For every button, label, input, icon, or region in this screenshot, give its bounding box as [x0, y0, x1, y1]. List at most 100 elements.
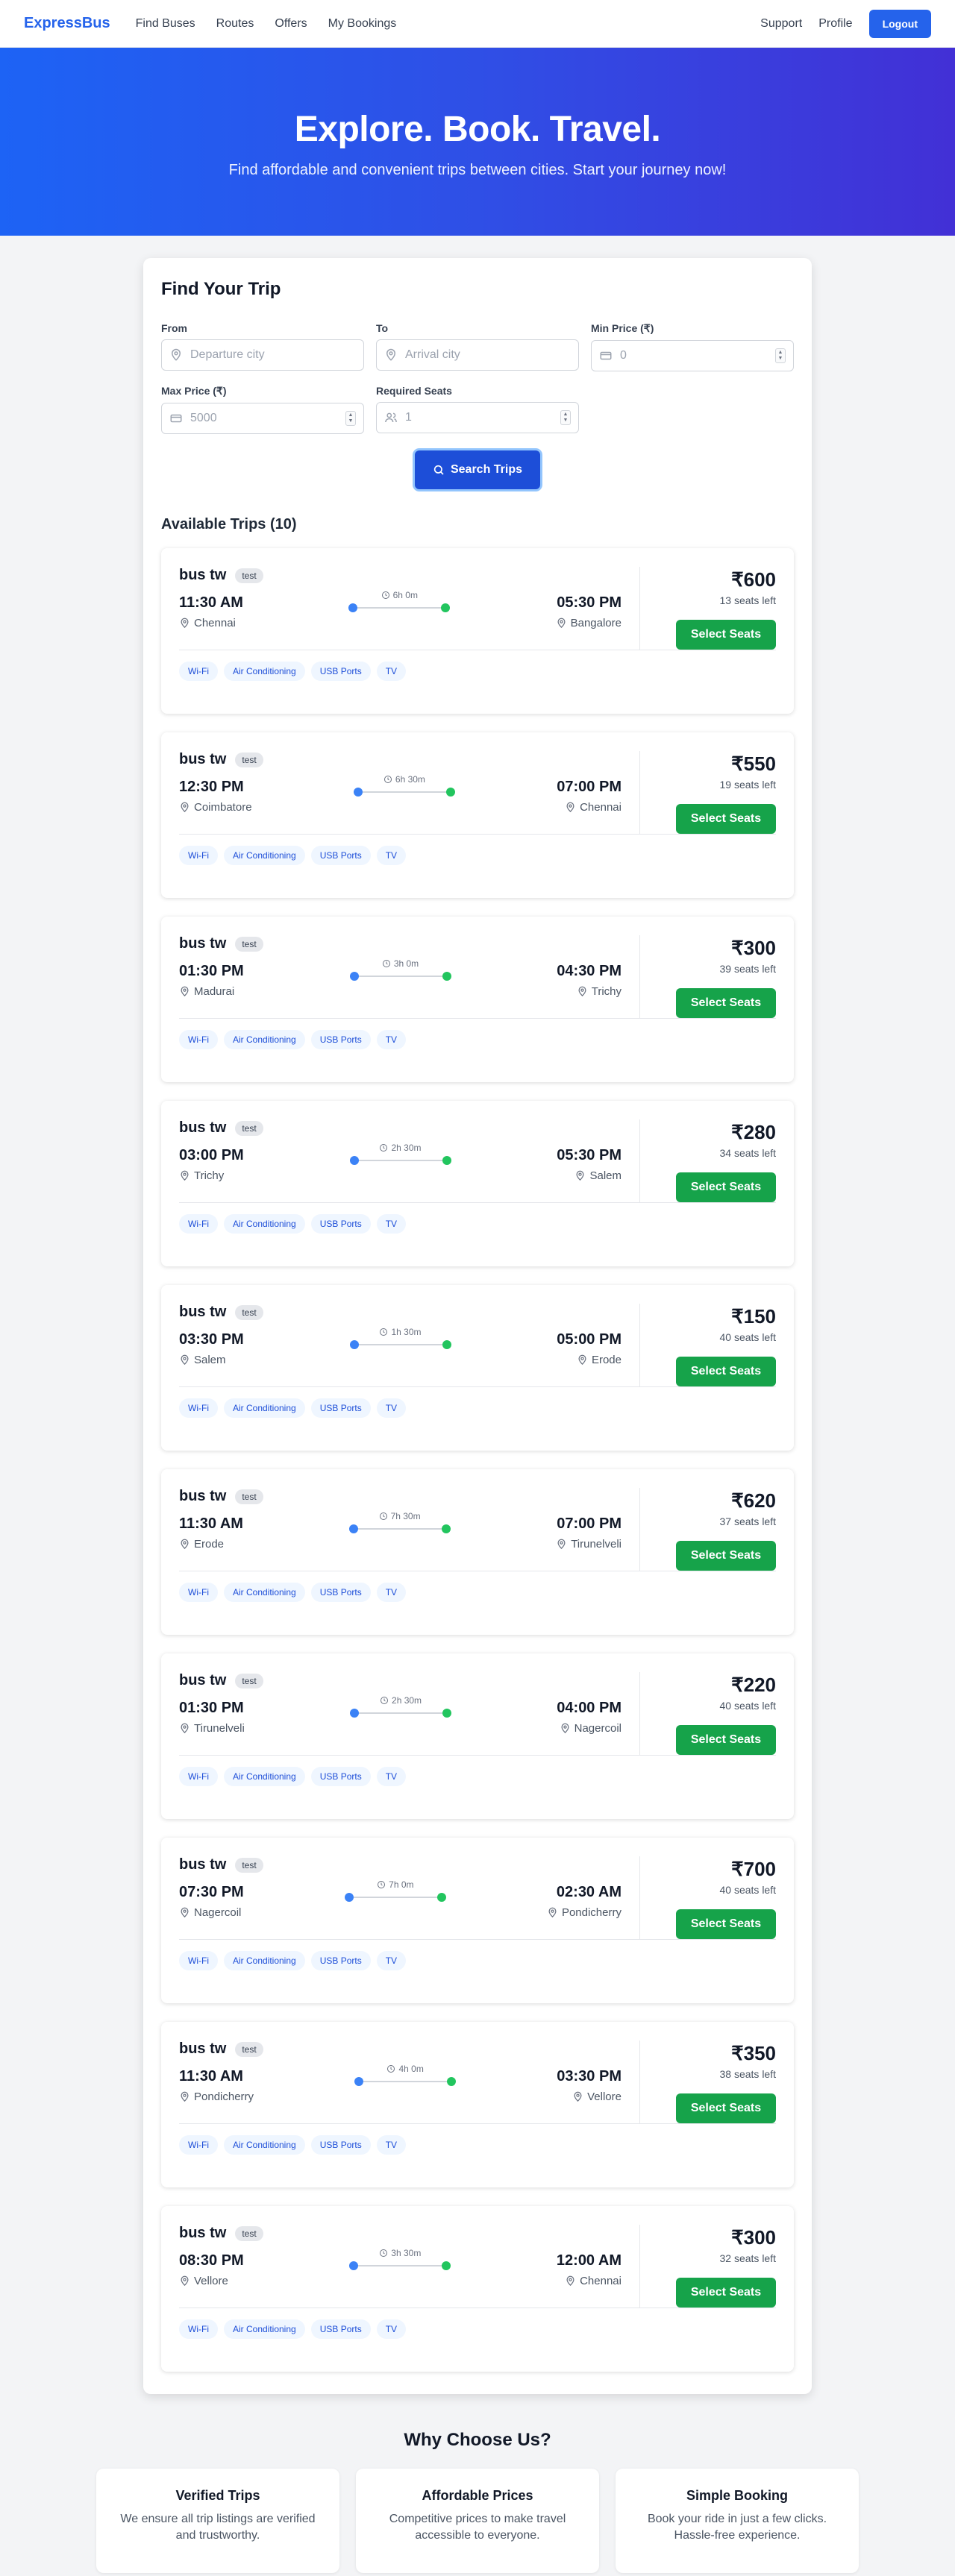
duration-label: 7h 30m — [379, 1511, 421, 1521]
select-seats-button[interactable]: Select Seats — [676, 1357, 776, 1386]
hero-banner: Explore. Book. Travel. Find affordable a… — [0, 48, 955, 236]
search-trips-button[interactable]: Search Trips — [415, 450, 540, 489]
seats-field[interactable]: ▲▼ — [376, 402, 579, 433]
route-connector — [353, 1897, 437, 1898]
route-row: 11:30 AM Erode 7h 30m 07:00 PM Tirunelve… — [179, 1511, 621, 1551]
trip-divider — [179, 1939, 776, 1940]
nav-link-profile[interactable]: Profile — [818, 17, 852, 31]
chevron-up-icon[interactable]: ▲ — [348, 412, 354, 418]
trip-header: bus tw test — [179, 1488, 621, 1505]
trip-price: ₹350 — [731, 2042, 776, 2064]
trip-info: bus tw test 01:30 PM Madurai 3h 0m 04:30… — [179, 935, 640, 1018]
amenity-tag: TV — [376, 846, 407, 865]
route-start-dot — [349, 2261, 359, 2270]
from-field[interactable] — [161, 339, 364, 371]
map-pin-icon — [181, 1907, 189, 1917]
arrival: 07:00 PM Tirunelveli — [556, 1515, 621, 1551]
credit-card-icon — [170, 414, 182, 423]
select-seats-button[interactable]: Select Seats — [676, 620, 776, 650]
arrival: 05:30 PM Bangalore — [556, 594, 621, 629]
route-row: 03:00 PM Trichy 2h 30m 05:30 PM Salem — [179, 1143, 621, 1182]
number-stepper[interactable]: ▲ ▼ — [560, 410, 571, 425]
chevron-up-icon[interactable]: ▲ — [563, 412, 569, 418]
from-input[interactable] — [190, 348, 356, 362]
arrival-city: Bangalore — [556, 617, 621, 629]
bus-tag-badge: test — [235, 1673, 263, 1688]
nav-link-support[interactable]: Support — [760, 17, 802, 31]
arrival-time: 05:30 PM — [557, 1147, 621, 1163]
amenity-tag: Air Conditioning — [223, 1951, 305, 1970]
duration-text: 7h 30m — [390, 1511, 421, 1521]
departure-time: 07:30 PM — [179, 1884, 244, 1900]
trip-top: bus tw test 12:30 PM Coimbatore 6h 30m 0… — [179, 751, 776, 834]
amenity-tag: TV — [376, 1398, 407, 1418]
departure-city-label: Salem — [194, 1354, 226, 1366]
chevron-down-icon[interactable]: ▼ — [563, 418, 569, 424]
to-field[interactable] — [376, 339, 579, 371]
map-pin-icon — [181, 1723, 189, 1733]
max-price-input[interactable] — [190, 412, 338, 425]
chevron-down-icon[interactable]: ▼ — [348, 418, 354, 424]
arrival-city-label: Chennai — [580, 801, 621, 814]
departure-time: 12:30 PM — [179, 779, 244, 795]
brand-logo[interactable]: ExpressBus — [24, 15, 110, 32]
max-price-field[interactable]: ▲▼ — [161, 403, 364, 434]
number-stepper[interactable]: ▲ ▼ — [345, 411, 356, 426]
select-seats-button[interactable]: Select Seats — [676, 1725, 776, 1755]
select-seats-button[interactable]: Select Seats — [676, 804, 776, 834]
amenity-tag: Wi-Fi — [179, 2319, 218, 2339]
trip-price: ₹220 — [731, 1674, 776, 1696]
nav-link-my-bookings[interactable]: My Bookings — [328, 17, 397, 31]
route-line — [344, 1893, 446, 1902]
arrival-city: Trichy — [557, 985, 621, 998]
amenity-list: Wi-Fi Air Conditioning USB Ports TV — [179, 1398, 776, 1418]
bus-name: bus tw — [179, 751, 227, 767]
duration-text: 6h 0m — [392, 590, 418, 600]
max-price-label: Max Price (₹) — [161, 385, 227, 397]
nav-link-routes[interactable]: Routes — [216, 17, 254, 31]
trip-top: bus tw test 03:30 PM Salem 1h 30m 05:00 … — [179, 1304, 776, 1386]
number-stepper[interactable]: ▲ ▼ — [775, 348, 786, 363]
select-seats-button[interactable]: Select Seats — [676, 1172, 776, 1202]
logout-button[interactable]: Logout — [868, 9, 931, 38]
chevron-down-icon[interactable]: ▼ — [778, 356, 783, 362]
route-connector — [358, 1344, 442, 1345]
departure-city-label: Trichy — [194, 1169, 225, 1182]
departure-time: 11:30 AM — [179, 594, 243, 611]
seats-input[interactable] — [405, 411, 553, 424]
nav-link-find-buses[interactable]: Find Buses — [136, 17, 195, 31]
feature-text: Competitive prices to make travel access… — [389, 2513, 566, 2542]
to-input[interactable] — [405, 348, 571, 362]
select-seats-button[interactable]: Select Seats — [676, 2278, 776, 2308]
duration-label: 2h 30m — [379, 1143, 422, 1153]
chevron-up-icon[interactable]: ▲ — [778, 350, 783, 356]
map-pin-icon — [548, 1907, 557, 1917]
arrival-city: Erode — [557, 1354, 621, 1366]
trip-duration: 2h 30m — [350, 1695, 452, 1718]
duration-label: 6h 0m — [381, 590, 418, 600]
bus-tag-badge: test — [235, 2041, 263, 2057]
clock-icon — [387, 2065, 395, 2073]
departure-city: Tirunelveli — [179, 1722, 245, 1735]
departure: 03:30 PM Salem — [179, 1331, 244, 1366]
select-seats-button[interactable]: Select Seats — [676, 988, 776, 1018]
amenity-tag: USB Ports — [310, 846, 371, 865]
min-price-input[interactable] — [620, 349, 768, 362]
seats-label: Required Seats — [376, 385, 452, 397]
nav-link-offers[interactable]: Offers — [275, 17, 307, 31]
trip-price: ₹300 — [731, 2226, 776, 2249]
arrival-time: 02:30 AM — [556, 1884, 621, 1900]
departure-city: Trichy — [179, 1169, 244, 1182]
amenity-tag: Air Conditioning — [223, 846, 305, 865]
feature-title: Verified Trips — [175, 2488, 260, 2503]
select-seats-button[interactable]: Select Seats — [676, 1541, 776, 1571]
nav-right: Support Profile Logout — [760, 9, 931, 38]
min-price-field[interactable]: ▲▼ — [591, 340, 794, 371]
select-seats-button[interactable]: Select Seats — [676, 1909, 776, 1939]
select-seats-button[interactable]: Select Seats — [676, 2093, 776, 2123]
departure-time: 03:30 PM — [179, 1331, 244, 1348]
route-row: 11:30 AM Pondicherry 4h 0m 03:30 PM Vell… — [179, 2064, 621, 2103]
departure: 03:00 PM Trichy — [179, 1147, 244, 1182]
route-line — [349, 1340, 451, 1349]
trip-info: bus tw test 03:30 PM Salem 1h 30m 05:00 … — [179, 1304, 640, 1386]
